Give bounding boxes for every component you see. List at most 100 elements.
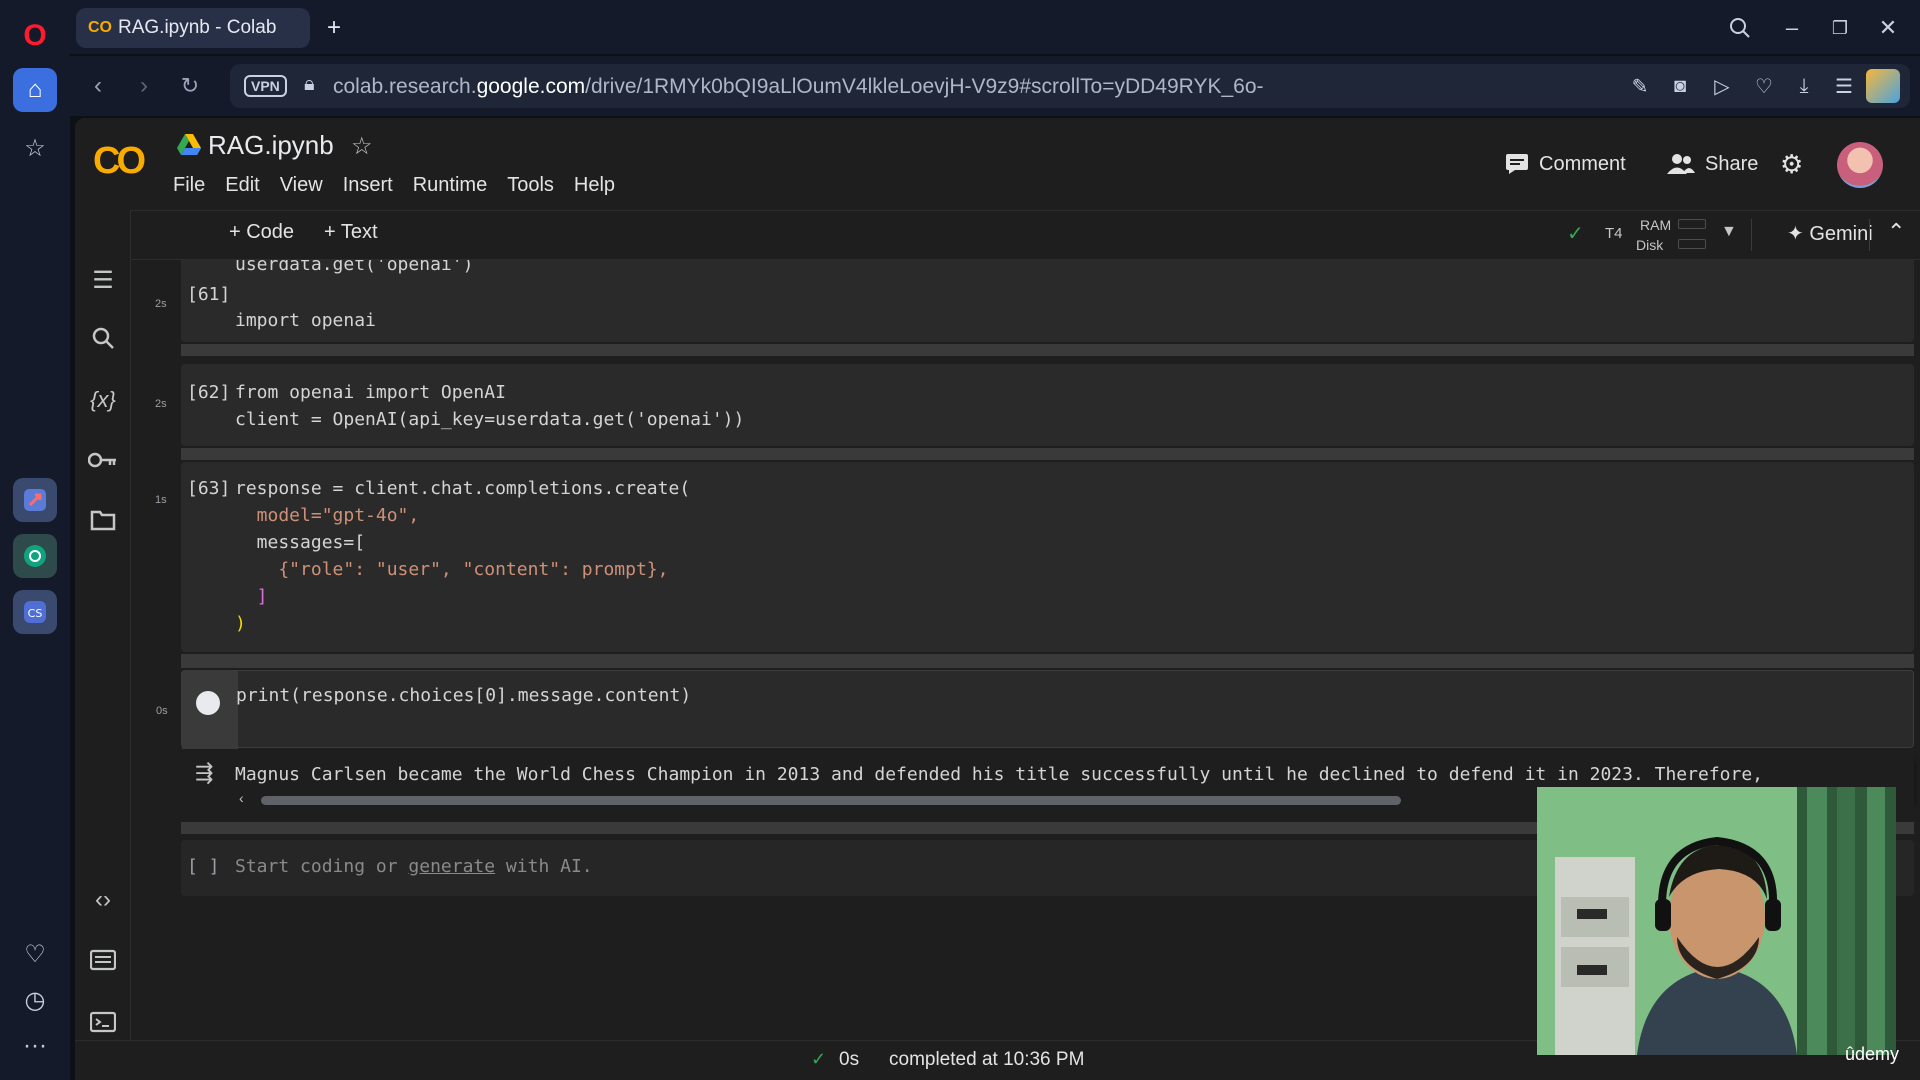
- cell-number: [63]: [187, 478, 231, 499]
- reload-icon[interactable]: ↻: [172, 68, 208, 104]
- comment-icon: [1506, 154, 1528, 174]
- colab-logo[interactable]: CO: [93, 140, 146, 183]
- tab-strip: CO RAG.ipynb - Colab + – ❐ ✕: [70, 0, 1920, 54]
- code-line[interactable]: userdata.get('openai'): [235, 260, 473, 275]
- url-text[interactable]: colab.research.google.com/drive/1RMYk0bQ…: [333, 75, 1264, 99]
- sparkle-icon: ✦: [1787, 223, 1810, 245]
- disk-label[interactable]: Disk: [1636, 237, 1663, 253]
- minimize-icon[interactable]: –: [1774, 10, 1810, 46]
- menu-view[interactable]: View: [280, 174, 323, 197]
- search-tabs-icon[interactable]: [1722, 10, 1758, 46]
- horizontal-scrollbar[interactable]: [261, 796, 1401, 805]
- forward-icon[interactable]: ›: [126, 68, 162, 104]
- avatar[interactable]: [1837, 142, 1883, 188]
- menu-help[interactable]: Help: [574, 174, 615, 197]
- code-line[interactable]: from openai import OpenAI: [235, 382, 506, 403]
- chatgpt-icon[interactable]: [13, 534, 57, 578]
- app-icon[interactable]: [13, 478, 57, 522]
- key-icon[interactable]: [85, 442, 121, 478]
- close-window-icon[interactable]: ✕: [1870, 10, 1906, 46]
- home-icon[interactable]: ⌂: [13, 68, 57, 112]
- code-cell[interactable]: 2s [62] from openai import OpenAI client…: [155, 364, 1914, 446]
- chevron-up-icon[interactable]: ⌃: [1887, 219, 1905, 245]
- toc-icon[interactable]: ☰: [85, 262, 121, 298]
- code-line[interactable]: response = client.chat.completions.creat…: [235, 478, 690, 499]
- placeholder-suffix: with AI.: [495, 856, 593, 877]
- status-message[interactable]: completed at 10:36 PM: [889, 1049, 1084, 1071]
- download-icon[interactable]: ⤓: [1790, 72, 1818, 100]
- people-icon: [1667, 154, 1695, 174]
- opera-logo-icon[interactable]: O: [13, 14, 57, 58]
- add-code-button[interactable]: + Code: [229, 221, 294, 244]
- empty-cell-placeholder[interactable]: Start coding or generate with AI.: [235, 856, 593, 877]
- ram-bar[interactable]: [1678, 219, 1706, 229]
- cell-divider: [181, 344, 1914, 356]
- new-tab-button[interactable]: +: [318, 12, 350, 44]
- command-palette-icon[interactable]: [85, 942, 121, 978]
- active-code-cell[interactable]: 0s print(response.choices[0].message.con…: [156, 670, 1914, 749]
- address-bar: ‹ › ↻ VPN 🔒︎ colab.research.google.com/d…: [70, 56, 1920, 116]
- code-line[interactable]: messages=[: [235, 532, 365, 553]
- colab-header: CO RAG.ipynb ☆ File Edit View Insert Run…: [75, 118, 1920, 210]
- cell-number: [ ]: [187, 856, 220, 877]
- gear-icon[interactable]: ⚙: [1780, 144, 1803, 184]
- google-drive-icon[interactable]: [177, 134, 201, 156]
- menu-tools[interactable]: Tools: [507, 174, 554, 197]
- back-icon[interactable]: ‹: [80, 68, 116, 104]
- settings-sliders-icon[interactable]: ☰: [1830, 72, 1858, 100]
- add-text-button[interactable]: + Text: [324, 221, 378, 244]
- url-field[interactable]: VPN 🔒︎ colab.research.google.com/drive/1…: [230, 64, 1910, 108]
- cell-number: [61]: [187, 284, 231, 305]
- code-snippets-icon[interactable]: ‹›: [85, 882, 121, 918]
- notebook-title[interactable]: RAG.ipynb: [208, 130, 334, 161]
- scroll-left-icon[interactable]: ‹: [239, 790, 244, 806]
- search-icon[interactable]: [85, 320, 121, 356]
- menu-insert[interactable]: Insert: [343, 174, 393, 197]
- code-line[interactable]: ]: [235, 586, 268, 607]
- code-cell[interactable]: 1s [63] response = client.chat.completio…: [155, 462, 1914, 652]
- menu-edit[interactable]: Edit: [225, 174, 259, 197]
- code-cell[interactable]: 2s [61] userdata.get('openai') import op…: [155, 260, 1914, 342]
- gemini-button[interactable]: ✦ Gemini: [1787, 221, 1873, 246]
- chevron-down-icon[interactable]: ▼: [1721, 223, 1737, 241]
- placeholder-prefix: Start coding or: [235, 856, 409, 877]
- url-path: /drive/1RMYk0bQI9aLlOumV4lkleLoevjH-V9z9…: [585, 75, 1264, 98]
- output-toggle-icon[interactable]: ⇶: [195, 760, 213, 786]
- camera-icon[interactable]: ◙: [1666, 72, 1694, 100]
- restore-icon[interactable]: ❐: [1822, 10, 1858, 46]
- tab-colab[interactable]: CO RAG.ipynb - Colab: [76, 8, 310, 48]
- ram-label[interactable]: RAM: [1640, 217, 1671, 233]
- more-icon[interactable]: ···: [13, 1024, 57, 1068]
- play-icon[interactable]: ▷: [1708, 72, 1736, 100]
- code-line[interactable]: model="gpt-4o",: [235, 505, 420, 526]
- vpn-badge[interactable]: VPN: [244, 75, 287, 97]
- code-line[interactable]: {"role": "user", "content": prompt},: [235, 559, 668, 580]
- star-icon[interactable]: ☆: [351, 132, 373, 161]
- run-cell-button[interactable]: [196, 691, 220, 715]
- app-icon[interactable]: CS: [13, 590, 57, 634]
- generate-link[interactable]: generate: [408, 856, 495, 877]
- history-icon[interactable]: ◷: [13, 978, 57, 1022]
- star-icon[interactable]: ☆: [13, 126, 57, 170]
- code-line[interactable]: ): [235, 613, 246, 634]
- lock-icon[interactable]: 🔒︎: [304, 73, 315, 96]
- share-label: Share: [1705, 152, 1759, 175]
- disk-bar[interactable]: [1678, 239, 1706, 249]
- menu-bar: File Edit View Insert Runtime Tools Help: [173, 174, 615, 197]
- heart-icon[interactable]: ♡: [13, 932, 57, 976]
- extension-icon[interactable]: [1866, 69, 1900, 103]
- heart-icon[interactable]: ♡: [1750, 72, 1778, 100]
- terminal-icon[interactable]: [85, 1004, 121, 1040]
- status-elapsed[interactable]: 0s: [839, 1049, 859, 1071]
- menu-file[interactable]: File: [173, 174, 205, 197]
- variables-icon[interactable]: {x}: [85, 382, 121, 418]
- code-line[interactable]: import openai: [235, 310, 376, 331]
- share-button[interactable]: Share: [1667, 144, 1758, 184]
- folder-icon[interactable]: [85, 502, 121, 538]
- runtime-type[interactable]: T4: [1605, 225, 1623, 242]
- code-line[interactable]: client = OpenAI(api_key=userdata.get('op…: [235, 409, 744, 430]
- edit-icon[interactable]: ✎: [1626, 72, 1654, 100]
- menu-runtime[interactable]: Runtime: [413, 174, 487, 197]
- code-line[interactable]: print(response.choices[0].message.conten…: [236, 685, 691, 706]
- comment-button[interactable]: Comment: [1505, 144, 1626, 184]
